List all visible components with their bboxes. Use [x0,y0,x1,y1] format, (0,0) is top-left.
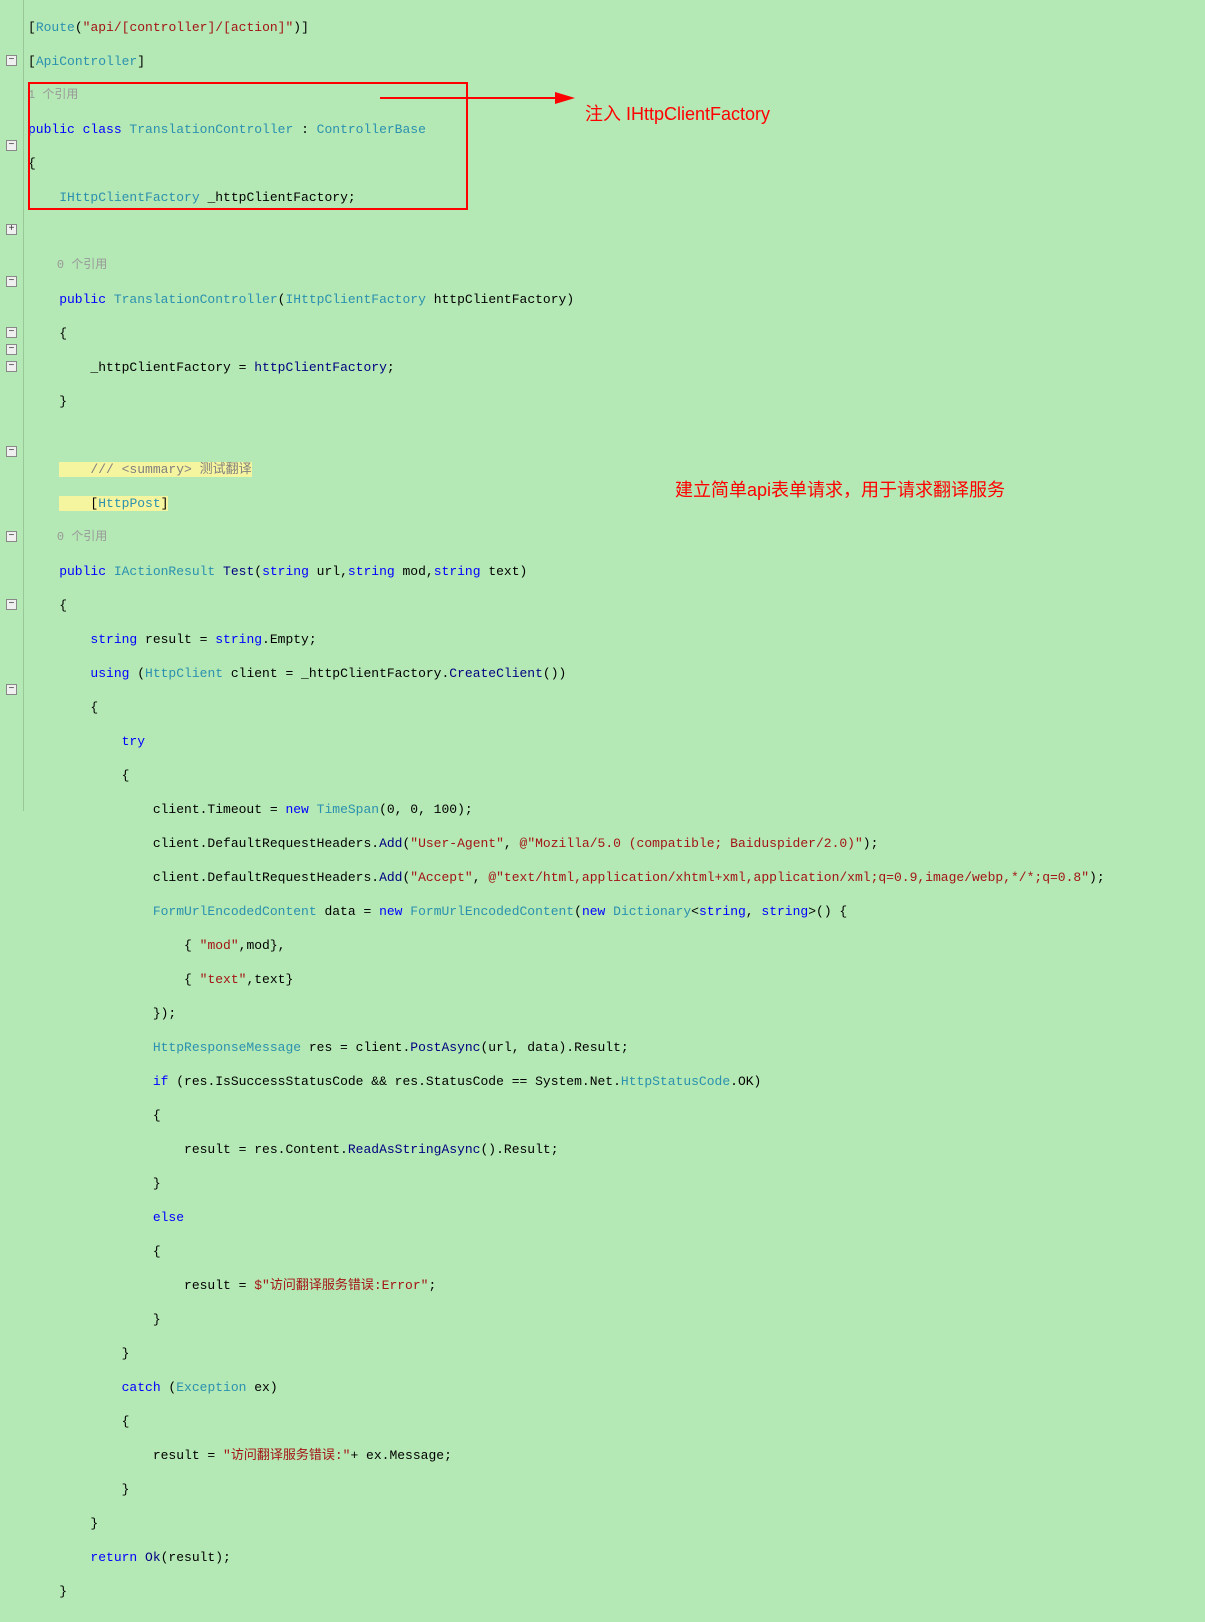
code-line: catch (Exception ex) [28,1379,1205,1396]
codelens-refs[interactable]: 0 个引用 [28,257,1205,274]
code-line: } [28,1481,1205,1498]
code-line: client.DefaultRequestHeaders.Add("User-A… [28,835,1205,852]
code-line: _httpClientFactory = httpClientFactory; [28,359,1205,376]
collapse-marker[interactable]: − [6,361,17,372]
code-line: return Ok(result); [28,1549,1205,1566]
code-line: using (HttpClient client = _httpClientFa… [28,665,1205,682]
collapse-marker[interactable]: − [6,327,17,338]
code-line: [HttpPost] [28,495,1205,512]
annotation-inject: 注入 IHttpClientFactory [585,100,770,126]
code-line: [Route("api/[controller]/[action]")] [28,19,1205,36]
code-line: } [28,1175,1205,1192]
code-line: client.Timeout = new TimeSpan(0, 0, 100)… [28,801,1205,818]
code-line: } [28,393,1205,410]
collapse-marker[interactable]: − [6,276,17,287]
code-line: string result = string.Empty; [28,631,1205,648]
code-line: try [28,733,1205,750]
code-line: } [28,1515,1205,1532]
code-line: { "text",text} [28,971,1205,988]
code-line [28,427,1205,444]
code-line [28,223,1205,240]
code-line: result = $"访问翻译服务错误:Error"; [28,1277,1205,1294]
code-line: } [28,1345,1205,1362]
code-line: public TranslationController(IHttpClient… [28,291,1205,308]
code-line: } [28,1583,1205,1600]
code-editor[interactable]: − − + − − − − − − − − [Route("api/[contr… [0,0,1205,811]
code-line: IHttpClientFactory _httpClientFactory; [28,189,1205,206]
code-line: }); [28,1005,1205,1022]
code-line: { [28,1107,1205,1124]
code-line: [ApiController] [28,53,1205,70]
code-line: public IActionResult Test(string url,str… [28,563,1205,580]
annotation-api: 建立简单api表单请求，用于请求翻译服务 [675,476,1005,502]
codelens-refs[interactable]: 0 个引用 [28,529,1205,546]
collapse-marker[interactable]: − [6,446,17,457]
code-line: /// <summary> 测试翻译 [28,461,1205,478]
gutter: − − + − − − − − − − − [0,0,24,811]
code-line: { "mod",mod}, [28,937,1205,954]
code-line: { [28,767,1205,784]
code-line: { [28,325,1205,342]
collapse-marker[interactable]: − [6,55,17,66]
code-line: FormUrlEncodedContent data = new FormUrl… [28,903,1205,920]
code-line: } [28,1311,1205,1328]
code-line: result = "访问翻译服务错误:"+ ex.Message; [28,1447,1205,1464]
collapse-marker[interactable]: − [6,531,17,542]
code-line: { [28,597,1205,614]
collapse-marker[interactable]: − [6,344,17,355]
collapse-marker[interactable]: − [6,684,17,695]
code-line: { [28,1243,1205,1260]
collapse-marker[interactable]: − [6,599,17,610]
code-line: if (res.IsSuccessStatusCode && res.Statu… [28,1073,1205,1090]
code-line: { [28,699,1205,716]
code-line: { [28,155,1205,172]
code-line: result = res.Content.ReadAsStringAsync()… [28,1141,1205,1158]
code-line: HttpResponseMessage res = client.PostAsy… [28,1039,1205,1056]
collapse-marker[interactable]: − [6,140,17,151]
code-line: client.DefaultRequestHeaders.Add("Accept… [28,869,1205,886]
code-line: { [28,1413,1205,1430]
code-line: else [28,1209,1205,1226]
expand-marker[interactable]: + [6,224,17,235]
